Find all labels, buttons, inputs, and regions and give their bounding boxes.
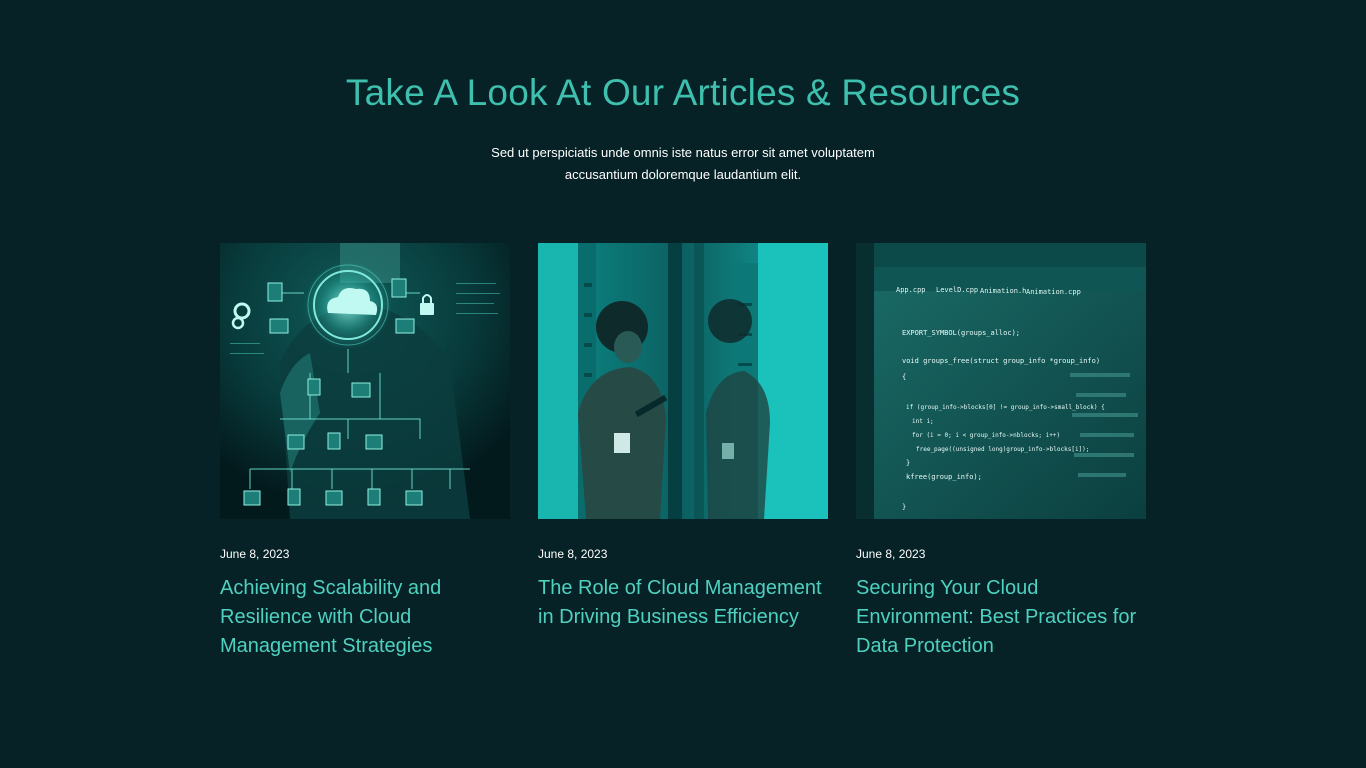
section-heading: Take A Look At Our Articles & Resources bbox=[345, 72, 1021, 113]
section-subtitle: Sed ut perspiciatis unde omnis iste natu… bbox=[491, 145, 875, 182]
code-line: int i; bbox=[912, 418, 934, 425]
article-title-link[interactable]: The Role of Cloud Management in Driving … bbox=[538, 574, 838, 632]
code-tab: App.cpp bbox=[896, 286, 926, 294]
article-card: App.cpp LevelD.cpp Animation.h Animation… bbox=[856, 243, 1146, 657]
article-image-code-screen[interactable]: App.cpp LevelD.cpp Animation.h Animation… bbox=[856, 243, 1146, 519]
article-image-server-room[interactable] bbox=[538, 243, 828, 519]
article-date: June 8, 2023 bbox=[220, 547, 290, 561]
code-line: { bbox=[902, 373, 906, 381]
code-line: if (group_info->blocks[0] != group_info-… bbox=[906, 404, 1105, 411]
code-tab: Animation.h bbox=[980, 287, 1026, 295]
code-line: for (i = 0; i < group_info->nblocks; i++… bbox=[912, 432, 1060, 439]
code-tab: LevelD.cpp bbox=[936, 286, 978, 294]
article-title-link[interactable]: Securing Your Cloud Environment: Best Pr… bbox=[856, 574, 1156, 661]
article-title-link[interactable]: Achieving Scalability and Resilience wit… bbox=[220, 574, 520, 661]
code-line: } bbox=[902, 503, 906, 511]
article-date: June 8, 2023 bbox=[856, 547, 926, 561]
code-line: EXPORT_SYMBOL(groups_alloc); bbox=[902, 329, 1020, 337]
code-line: kfree(group_info); bbox=[906, 473, 982, 481]
code-line: free_page((unsigned long)group_info->blo… bbox=[916, 446, 1089, 453]
article-image-cloud-network[interactable] bbox=[220, 243, 510, 519]
code-tab: Animation.cpp bbox=[1026, 288, 1081, 296]
code-line: } bbox=[906, 459, 910, 467]
article-card: June 8, 2023 The Role of Cloud Managemen… bbox=[538, 243, 828, 628]
article-date: June 8, 2023 bbox=[538, 547, 608, 561]
article-card: June 8, 2023 Achieving Scalability and R… bbox=[220, 243, 510, 657]
articles-section: Take A Look At Our Articles & Resources … bbox=[0, 0, 1366, 768]
code-line: void groups_free(struct group_info *grou… bbox=[902, 357, 1100, 365]
